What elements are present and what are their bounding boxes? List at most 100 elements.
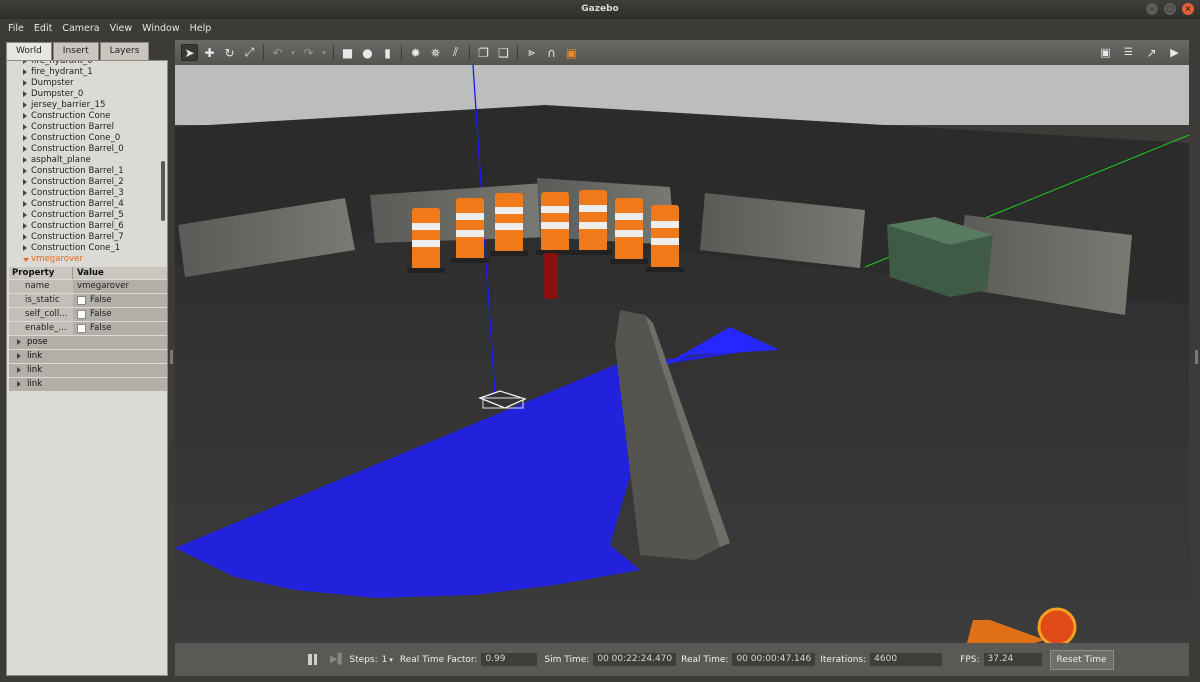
tree-item[interactable]: Construction Cone_1 xyxy=(9,243,167,254)
property-value-text: False xyxy=(90,323,112,334)
menu-edit[interactable]: Edit xyxy=(29,19,57,39)
tree-item[interactable]: Construction Barrel_1 xyxy=(9,166,167,177)
expand-arrow-icon[interactable] xyxy=(23,223,27,229)
undo-icon[interactable]: ↶ xyxy=(269,44,286,61)
left-splitter-handle[interactable] xyxy=(170,350,173,364)
scale-icon[interactable]: ⤢ xyxy=(241,44,258,61)
collapse-arrow-icon[interactable] xyxy=(23,258,29,262)
box-icon[interactable]: ■ xyxy=(339,44,356,61)
expand-arrow-icon[interactable] xyxy=(17,366,21,373)
property-group-link[interactable]: link xyxy=(9,349,167,363)
tree-item-selected[interactable]: vmegarover xyxy=(9,254,167,265)
plot-icon[interactable]: ↗ xyxy=(1143,44,1160,61)
property-group-link[interactable]: link xyxy=(9,363,167,377)
redo-menu-icon[interactable]: ▾ xyxy=(320,44,328,61)
reset-time-button[interactable]: Reset Time xyxy=(1049,649,1114,670)
property-key: enable_... xyxy=(9,321,73,335)
directional-light-icon[interactable]: ⫽ xyxy=(447,44,464,61)
step-icon[interactable]: ▶▌ xyxy=(330,654,345,665)
enable-wind-checkbox[interactable] xyxy=(77,323,86,333)
tree-item[interactable]: Construction Barrel_5 xyxy=(9,210,167,221)
is-static-checkbox[interactable] xyxy=(77,295,86,305)
magnet-icon[interactable]: ∩ xyxy=(543,44,560,61)
expand-arrow-icon[interactable] xyxy=(23,113,27,119)
expand-arrow-icon[interactable] xyxy=(23,234,27,240)
tree-item[interactable]: Construction Barrel_7 xyxy=(9,232,167,243)
tree-item[interactable]: Construction Barrel xyxy=(9,122,167,133)
expand-arrow-icon[interactable] xyxy=(23,201,27,207)
scene-render[interactable] xyxy=(175,65,1189,643)
3d-viewport[interactable] xyxy=(175,65,1189,643)
tree-item[interactable]: Construction Cone xyxy=(9,111,167,122)
spot-light-icon[interactable]: ✵ xyxy=(427,44,444,61)
expand-arrow-icon[interactable] xyxy=(23,168,27,174)
align-icon[interactable]: ⪢ xyxy=(523,44,540,61)
point-light-icon[interactable]: ✹ xyxy=(407,44,424,61)
paste-icon[interactable]: ❑ xyxy=(495,44,512,61)
property-group-pose[interactable]: pose xyxy=(9,335,167,349)
camera-icon[interactable]: ▣ xyxy=(1097,44,1114,61)
video-icon[interactable]: ▶ xyxy=(1166,44,1183,61)
undo-menu-icon[interactable]: ▾ xyxy=(289,44,297,61)
minimize-button[interactable]: – xyxy=(1146,3,1158,15)
expand-arrow-icon[interactable] xyxy=(23,102,27,108)
view-angle-icon[interactable]: ▣ xyxy=(563,44,580,61)
expand-arrow-icon[interactable] xyxy=(23,157,27,163)
expand-arrow-icon[interactable] xyxy=(23,146,27,152)
steps-value[interactable]: 1 xyxy=(382,655,388,665)
expand-arrow-icon[interactable] xyxy=(23,245,27,251)
expand-arrow-icon[interactable] xyxy=(17,352,21,359)
expand-arrow-icon[interactable] xyxy=(23,69,27,75)
cylinder-icon[interactable]: ▮ xyxy=(379,44,396,61)
expand-arrow-icon[interactable] xyxy=(17,380,21,387)
expand-arrow-icon[interactable] xyxy=(23,61,27,64)
expand-arrow-icon[interactable] xyxy=(23,124,27,130)
steps-dropdown-icon[interactable]: ▾ xyxy=(389,656,393,664)
copy-icon[interactable]: ❐ xyxy=(475,44,492,61)
menu-bar: File Edit Camera View Window Help xyxy=(0,19,1200,39)
pause-button[interactable] xyxy=(308,654,318,665)
expand-arrow-icon[interactable] xyxy=(23,135,27,141)
expand-arrow-icon[interactable] xyxy=(23,190,27,196)
select-arrow-icon[interactable]: ➤ xyxy=(181,44,198,61)
property-group-link[interactable]: link xyxy=(9,377,167,391)
property-key: self_coll... xyxy=(9,307,73,321)
expand-arrow-icon[interactable] xyxy=(23,80,27,86)
expand-arrow-icon[interactable] xyxy=(17,338,21,345)
tree-item[interactable]: Construction Barrel_2 xyxy=(9,177,167,188)
tree-item[interactable]: asphalt_plane xyxy=(9,155,167,166)
expand-arrow-icon[interactable] xyxy=(23,91,27,97)
expand-arrow-icon[interactable] xyxy=(23,179,27,185)
right-splitter-handle[interactable] xyxy=(1195,350,1198,364)
log-icon[interactable]: ☰ xyxy=(1120,44,1137,61)
tree-item[interactable]: Construction Barrel_0 xyxy=(9,144,167,155)
menu-view[interactable]: View xyxy=(105,19,138,39)
model-tree[interactable]: fire_hydrant_0 fire_hydrant_1 Dumpster D… xyxy=(9,61,167,267)
tree-item[interactable]: jersey_barrier_15 xyxy=(9,100,167,111)
expand-arrow-icon[interactable] xyxy=(23,212,27,218)
menu-file[interactable]: File xyxy=(3,19,29,39)
tab-world[interactable]: World xyxy=(6,42,52,60)
self-collide-checkbox[interactable] xyxy=(77,309,86,319)
translate-icon[interactable]: ✚ xyxy=(201,44,218,61)
toolbar-right: ▣ ☰ ↗ ▶ xyxy=(1097,44,1183,61)
menu-camera[interactable]: Camera xyxy=(57,19,104,39)
menu-window[interactable]: Window xyxy=(137,19,184,39)
close-button[interactable]: × xyxy=(1182,3,1194,15)
tree-scrollbar[interactable] xyxy=(161,161,165,221)
menu-help[interactable]: Help xyxy=(185,19,217,39)
maximize-button[interactable]: □ xyxy=(1164,3,1176,15)
property-value[interactable]: vmegarover xyxy=(73,279,167,293)
tab-insert[interactable]: Insert xyxy=(52,42,99,60)
sphere-icon[interactable]: ● xyxy=(359,44,376,61)
tree-item[interactable]: Construction Barrel_3 xyxy=(9,188,167,199)
tree-item[interactable]: Dumpster xyxy=(9,78,167,89)
tree-item[interactable]: Construction Barrel_6 xyxy=(9,221,167,232)
tree-item[interactable]: Construction Cone_0 xyxy=(9,133,167,144)
tree-item[interactable]: Dumpster_0 xyxy=(9,89,167,100)
tab-layers[interactable]: Layers xyxy=(99,42,150,60)
tree-item[interactable]: Construction Barrel_4 xyxy=(9,199,167,210)
redo-icon[interactable]: ↷ xyxy=(300,44,317,61)
tree-item[interactable]: fire_hydrant_1 xyxy=(9,67,167,78)
rotate-icon[interactable]: ↻ xyxy=(221,44,238,61)
